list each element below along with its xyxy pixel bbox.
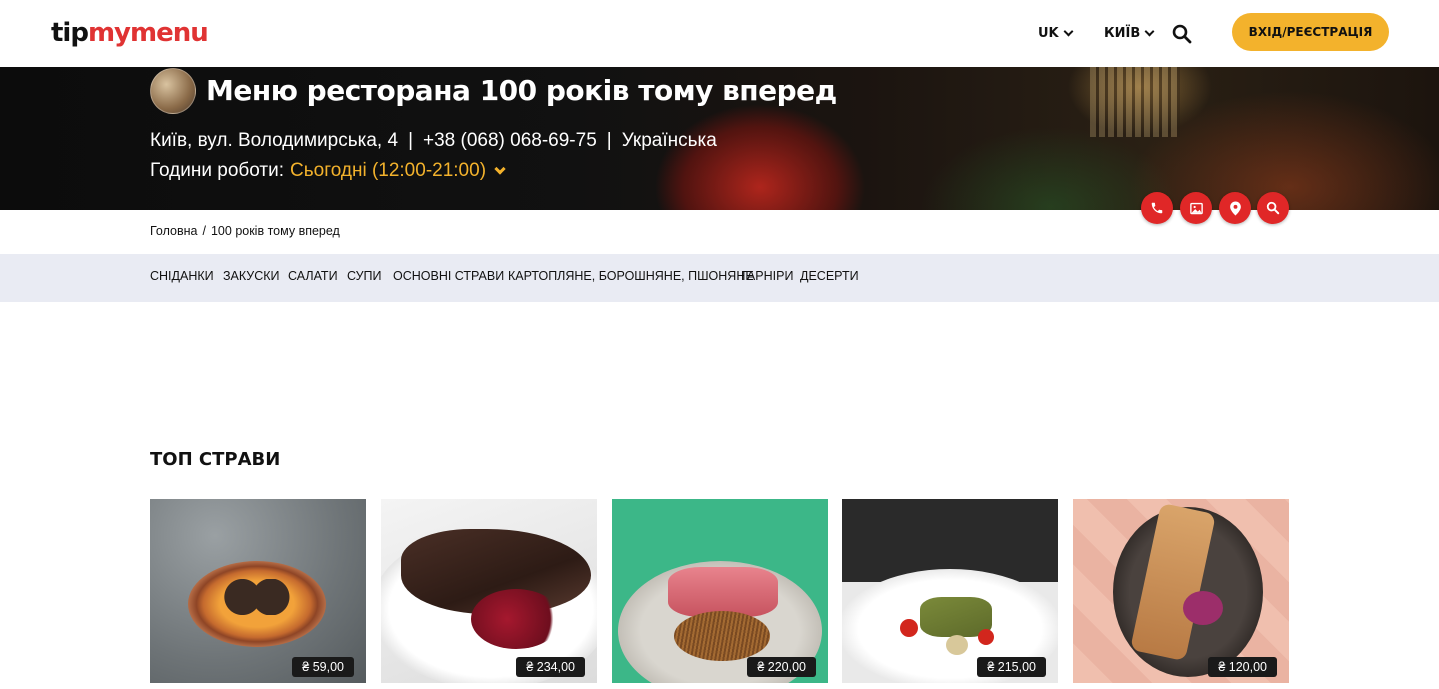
dish-tomato <box>978 629 994 645</box>
dish-card[interactable]: ₴ 59,00 <box>150 499 366 683</box>
dish-food <box>668 567 778 617</box>
city-label: КИЇВ <box>1104 26 1141 41</box>
breadcrumb-separator: / <box>202 224 206 238</box>
category-soups[interactable]: СУПИ <box>347 269 382 283</box>
breadcrumb: Головна / 100 років тому вперед <box>150 224 340 238</box>
category-sides[interactable]: ГАРНІРИ <box>741 269 793 283</box>
restaurant-address: Київ, вул. Володимирська, 4 <box>150 130 399 151</box>
chevron-down-icon <box>1144 26 1155 37</box>
gallery-button[interactable] <box>1180 192 1212 224</box>
language-label: UK <box>1038 26 1059 41</box>
dish-garnish <box>471 589 561 649</box>
info-separator: | <box>606 130 612 151</box>
restaurant-phone[interactable]: +38 (068) 068-69-75 <box>423 130 597 152</box>
hours-value: Сьогодні (12:00-21:00) <box>290 160 487 181</box>
logo-mymenu: mymenu <box>87 18 209 48</box>
category-salads[interactable]: САЛАТИ <box>288 269 338 283</box>
opening-hours: Години роботи: Сьогодні (12:00-21:00) <box>150 160 506 182</box>
dish-card[interactable]: ₴ 220,00 <box>612 499 828 683</box>
breadcrumb-current: 100 років тому вперед <box>210 224 340 238</box>
header-search-button[interactable] <box>1172 0 1192 67</box>
restaurant-info: Київ, вул. Володимирська, 4 | +38 (068) … <box>150 130 717 152</box>
call-button[interactable] <box>1141 192 1173 224</box>
city-selector[interactable]: КИЇВ <box>1104 0 1155 67</box>
dish-price: ₴ 220,00 <box>747 657 816 677</box>
dish-food <box>222 579 290 615</box>
logo[interactable]: tipmymenu <box>51 16 209 50</box>
page-bottom <box>0 683 1439 689</box>
breadcrumb-home[interactable]: Головна <box>150 224 198 238</box>
restaurant-title: Меню ресторана 100 років тому вперед <box>206 74 837 107</box>
search-icon <box>1172 24 1192 43</box>
dish-potato <box>946 635 968 655</box>
menu-search-button[interactable] <box>1257 192 1289 224</box>
dish-card[interactable]: ₴ 215,00 <box>842 499 1058 683</box>
map-button[interactable] <box>1219 192 1251 224</box>
hours-label: Години роботи: <box>150 160 285 181</box>
hours-today-toggle[interactable]: Сьогодні (12:00-21:00) <box>290 160 486 182</box>
top-dishes-title: ТОП СТРАВИ <box>150 449 281 470</box>
info-separator: | <box>408 130 413 151</box>
language-selector[interactable]: UK <box>1038 0 1074 67</box>
top-header: tipmymenu UK КИЇВ ВХІД/РЕЄСТРАЦІЯ <box>0 0 1439 67</box>
dish-tomato <box>900 619 918 637</box>
dish-price: ₴ 234,00 <box>516 657 585 677</box>
chevron-down-icon[interactable] <box>494 162 506 175</box>
category-desserts[interactable]: ДЕСЕРТИ <box>800 269 859 283</box>
hero-background-decoration <box>1090 67 1180 137</box>
category-potato-flour-millet[interactable]: КАРТОПЛЯНЕ, БОРОШНЯНЕ, ПШОНЯНЕ <box>508 269 754 283</box>
dish-price: ₴ 215,00 <box>977 657 1046 677</box>
phone-icon <box>1151 202 1163 214</box>
dish-price: ₴ 59,00 <box>292 657 354 677</box>
category-appetizers[interactable]: ЗАКУСКИ <box>223 269 280 283</box>
location-pin-icon <box>1229 201 1241 215</box>
restaurant-avatar <box>150 68 196 114</box>
logo-tip: tip <box>51 18 89 48</box>
search-icon <box>1266 201 1280 215</box>
dish-garnish <box>1183 591 1223 625</box>
dish-card[interactable]: ₴ 234,00 <box>381 499 597 683</box>
login-register-button[interactable]: ВХІД/РЕЄСТРАЦІЯ <box>1232 13 1389 51</box>
chevron-down-icon <box>1063 26 1074 37</box>
dish-price: ₴ 120,00 <box>1208 657 1277 677</box>
category-breakfast[interactable]: СНІДАНКИ <box>150 269 214 283</box>
restaurant-cuisine: Українська <box>621 130 717 151</box>
dish-card[interactable]: ₴ 120,00 <box>1073 499 1289 683</box>
image-icon <box>1189 202 1203 214</box>
category-main-dishes[interactable]: ОСНОВНІ СТРАВИ <box>393 269 504 283</box>
dish-noodles <box>674 611 770 661</box>
